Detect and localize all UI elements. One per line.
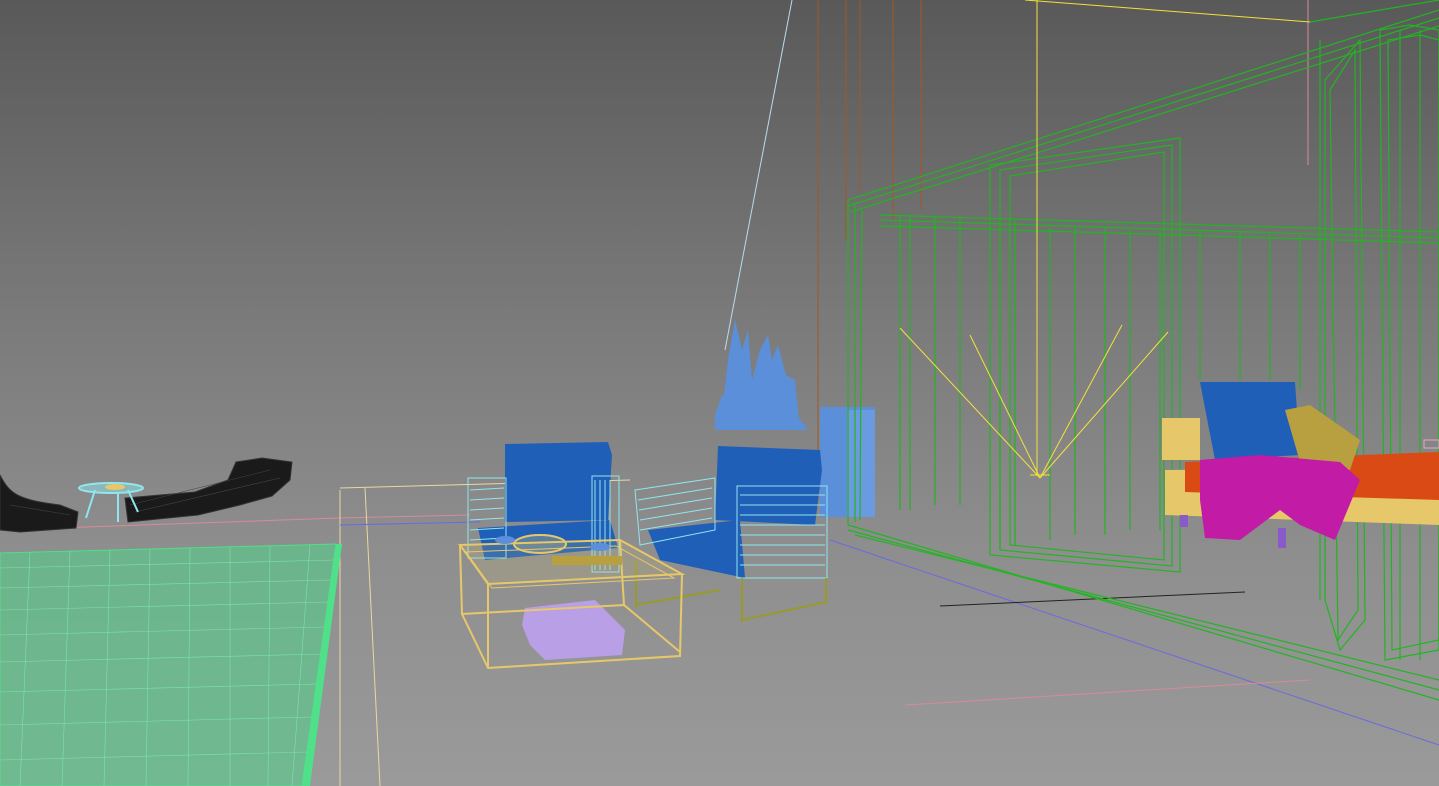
outdoor-sofa[interactable] <box>1162 382 1439 548</box>
glass-pavilion[interactable] <box>847 0 1439 701</box>
pool-water[interactable] <box>0 543 342 786</box>
light-target-line <box>724 0 793 351</box>
scene-canvas[interactable] <box>0 0 1439 786</box>
lounge-armchair-right[interactable] <box>634 446 828 622</box>
curtain-guides <box>817 0 922 470</box>
perspective-viewport[interactable] <box>0 0 1439 786</box>
